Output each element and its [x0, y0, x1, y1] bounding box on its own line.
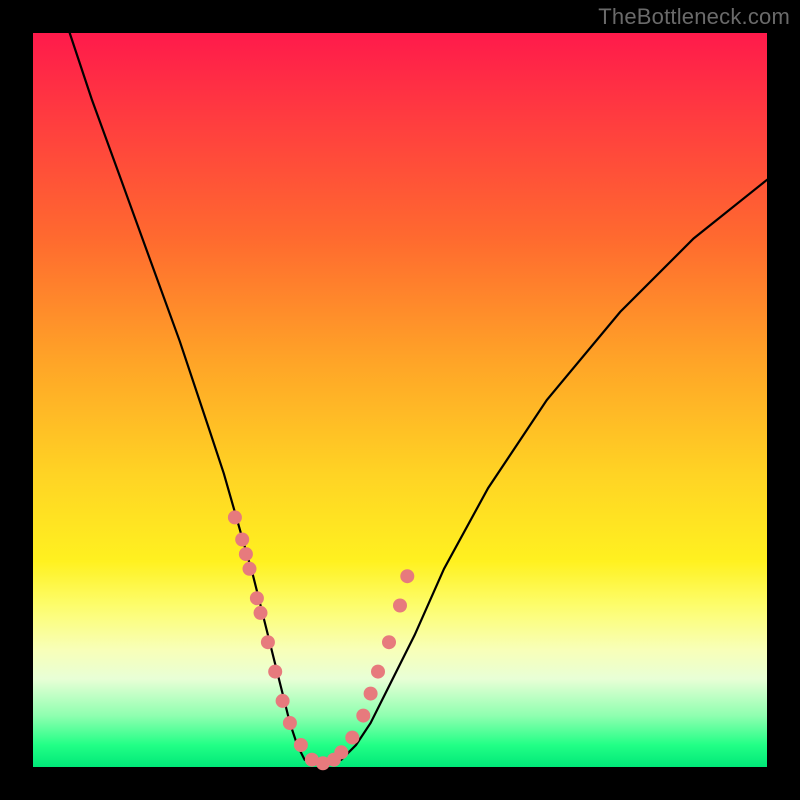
curve-svg [33, 33, 767, 767]
marker-dot [283, 716, 297, 730]
marker-dot [393, 599, 407, 613]
marker-dot [261, 635, 275, 649]
marker-dot [254, 606, 268, 620]
marker-dot [268, 665, 282, 679]
marker-dot [294, 738, 308, 752]
marker-dot [250, 591, 264, 605]
marker-dot [371, 665, 385, 679]
bottleneck-curve [70, 33, 767, 763]
marker-dot [345, 731, 359, 745]
chart-frame: TheBottleneck.com [0, 0, 800, 800]
marker-dot [382, 635, 396, 649]
marker-dot [243, 562, 257, 576]
marker-dots [228, 510, 414, 770]
marker-dot [334, 745, 348, 759]
marker-dot [400, 569, 414, 583]
marker-dot [364, 687, 378, 701]
marker-dot [239, 547, 253, 561]
plot-area [33, 33, 767, 767]
marker-dot [235, 533, 249, 547]
marker-dot [228, 510, 242, 524]
watermark-text: TheBottleneck.com [598, 4, 790, 30]
marker-dot [276, 694, 290, 708]
marker-dot [356, 709, 370, 723]
